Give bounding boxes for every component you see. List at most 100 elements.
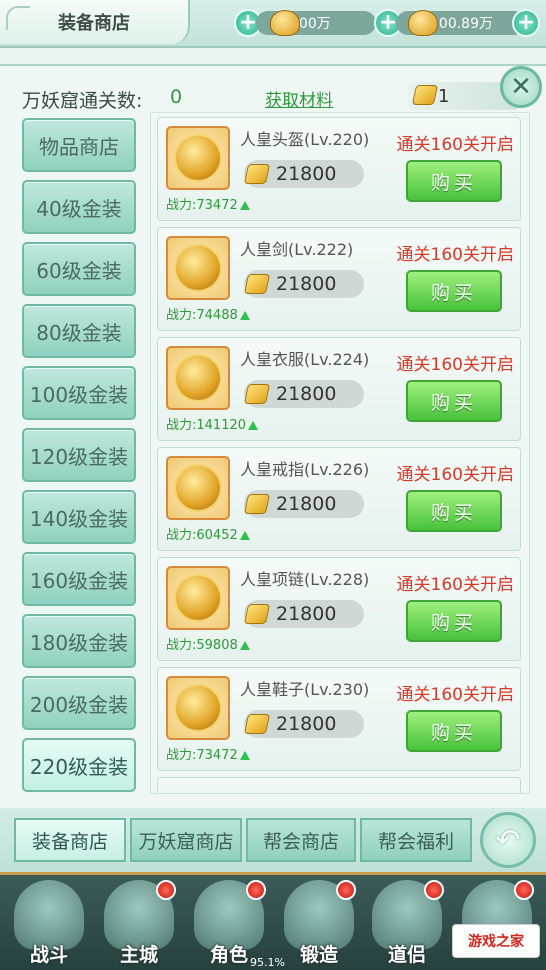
buy-button[interactable]: 购买 — [406, 710, 502, 752]
tab-equipment-shop[interactable]: 装备商店 — [14, 818, 126, 862]
item-name: 人皇鞋子(Lv.230) — [240, 680, 370, 699]
notification-dot — [156, 880, 176, 900]
unlock-requirement: 通关160关开启 — [396, 685, 514, 705]
shop-item-partial — [157, 777, 521, 793]
item-price: 21800 — [243, 380, 364, 408]
price-value: 21800 — [276, 273, 337, 295]
price-value: 21800 — [276, 163, 337, 185]
gold-token-icon — [243, 384, 271, 404]
price-value: 21800 — [276, 603, 337, 625]
arrow-up-icon — [239, 311, 250, 320]
get-material-link[interactable]: 获取材料 — [265, 86, 333, 111]
bound-ingot-icon — [408, 10, 438, 36]
item-name: 人皇剑(Lv.222) — [240, 240, 354, 259]
shop-item: 人皇衣服(Lv.224) 通关160关开启 21800 战力:141120 购买 — [157, 337, 521, 441]
ring-icon[interactable] — [166, 456, 230, 520]
price-value: 21800 — [276, 493, 337, 515]
category-item[interactable]: 140级金装 — [22, 490, 136, 544]
shop-item: 人皇戒指(Lv.226) 通关160关开启 21800 战力:60452 购买 — [157, 447, 521, 551]
category-item[interactable]: 100级金装 — [22, 366, 136, 420]
item-price: 21800 — [243, 270, 364, 298]
watermark-logo: 游戏之家 — [452, 924, 540, 958]
gold-token-icon — [243, 494, 271, 514]
item-price: 21800 — [243, 710, 364, 738]
boots-icon[interactable] — [166, 676, 230, 740]
tab-guild-welfare[interactable]: 帮会福利 — [360, 818, 472, 862]
item-power: 战力:141120 — [166, 414, 259, 433]
category-item[interactable]: 80级金装 — [22, 304, 136, 358]
gold-token-icon — [411, 85, 439, 105]
tab-demon-cave-shop[interactable]: 万妖窟商店 — [130, 818, 242, 862]
add-currency-button[interactable]: + — [512, 9, 540, 37]
item-power: 战力:60452 — [166, 524, 250, 543]
item-power: 战力:73472 — [166, 194, 250, 213]
notification-dot — [336, 880, 356, 900]
sword-icon[interactable] — [166, 236, 230, 300]
power-value: 战力:141120 — [166, 418, 247, 433]
item-name: 人皇项链(Lv.228) — [240, 570, 370, 589]
item-price: 21800 — [243, 160, 364, 188]
arrow-up-icon — [239, 751, 250, 760]
shop-item: 人皇剑(Lv.222) 通关160关开启 21800 战力:74488 购买 — [157, 227, 521, 331]
item-name: 人皇戒指(Lv.226) — [240, 460, 370, 479]
necklace-icon[interactable] — [166, 566, 230, 630]
tab-guild-shop[interactable]: 帮会商店 — [246, 818, 356, 862]
back-arrow-icon[interactable]: ↶ — [480, 812, 536, 868]
nav-battle[interactable]: 战斗 — [8, 878, 90, 968]
arrow-up-icon — [248, 421, 259, 430]
price-value: 21800 — [276, 383, 337, 405]
buy-button[interactable]: 购买 — [406, 490, 502, 532]
material-count: 1 — [438, 85, 450, 107]
shop-item: 人皇鞋子(Lv.230) 通关160关开启 21800 战力:73472 购买 — [157, 667, 521, 771]
category-item[interactable]: 40级金装 — [22, 180, 136, 234]
power-value: 战力:73472 — [166, 748, 238, 763]
arrow-up-icon — [239, 531, 250, 540]
category-item[interactable]: 180级金装 — [22, 614, 136, 668]
category-item[interactable]: 物品商店 — [22, 118, 136, 172]
item-list: 人皇头盔(Lv.220) 通关160关开启 21800 战力:73472 购买 … — [150, 112, 530, 794]
category-item[interactable]: 120级金装 — [22, 428, 136, 482]
gold-token-icon — [243, 714, 271, 734]
currency-gold: + 200万 — [234, 8, 376, 38]
item-name: 人皇头盔(Lv.220) — [240, 130, 370, 149]
category-item[interactable]: 60级金装 — [22, 242, 136, 296]
currency-bound: + 300.89万 — [374, 8, 526, 38]
progress-percent: 95.1% — [250, 956, 285, 969]
unlock-requirement: 通关160关开启 — [396, 465, 514, 485]
arrow-up-icon — [239, 641, 250, 650]
buy-button[interactable]: 购买 — [406, 600, 502, 642]
buy-button[interactable]: 购买 — [406, 380, 502, 422]
nav-forge[interactable]: 锻造 — [278, 878, 360, 968]
notification-dot — [246, 880, 266, 900]
gold-token-icon — [243, 604, 271, 624]
armor-icon[interactable] — [166, 346, 230, 410]
notification-dot — [514, 880, 534, 900]
unlock-requirement: 通关160关开启 — [396, 355, 514, 375]
nav-character[interactable]: 角色 — [188, 878, 270, 968]
shop-item: 人皇项链(Lv.228) 通关160关开启 21800 战力:59808 购买 — [157, 557, 521, 661]
item-price: 21800 — [243, 490, 364, 518]
helmet-icon[interactable] — [166, 126, 230, 190]
nav-label: 战斗 — [29, 944, 68, 966]
arrow-up-icon — [239, 201, 250, 210]
buy-button[interactable]: 购买 — [406, 270, 502, 312]
item-name: 人皇衣服(Lv.224) — [240, 350, 370, 369]
buy-button[interactable]: 购买 — [406, 160, 502, 202]
clear-count-label: 万妖窟通关数: — [22, 90, 143, 112]
nav-companion[interactable]: 道侣 — [366, 878, 448, 968]
category-item[interactable]: 160级金装 — [22, 552, 136, 606]
close-button[interactable]: ✕ — [500, 66, 542, 108]
category-item[interactable]: 200级金装 — [22, 676, 136, 730]
shop-item: 人皇头盔(Lv.220) 通关160关开启 21800 战力:73472 购买 — [157, 117, 521, 221]
nav-main-city[interactable]: 主城 — [98, 878, 180, 968]
nav-label: 主城 — [119, 944, 158, 966]
notification-dot — [424, 880, 444, 900]
shop-title: 装备商店 — [0, 0, 190, 44]
item-power: 战力:59808 — [166, 634, 250, 653]
nav-label: 道侣 — [387, 944, 426, 966]
nav-label: 锻造 — [299, 944, 338, 966]
category-item-active[interactable]: 220级金装 — [22, 738, 136, 792]
unlock-requirement: 通关160关开启 — [396, 135, 514, 155]
power-value: 战力:59808 — [166, 638, 238, 653]
gold-token-icon — [243, 274, 271, 294]
